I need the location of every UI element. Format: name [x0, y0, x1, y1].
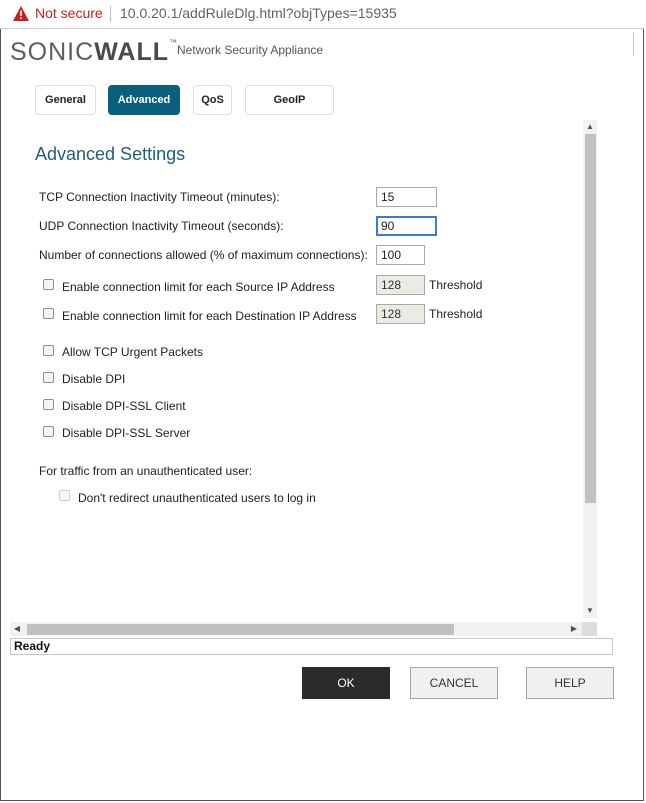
vertical-scroll-thumb[interactable]	[585, 134, 596, 503]
no-redirect-label: Don't redirect unauthenticated users to …	[78, 491, 316, 505]
arrow-down-icon[interactable]: ▼	[584, 605, 596, 617]
help-button[interactable]: HELP	[526, 667, 614, 699]
no-redirect-checkbox[interactable]	[59, 490, 70, 501]
tcp-urgent-checkbox[interactable]	[43, 345, 54, 356]
status-bar: Ready	[10, 638, 613, 655]
disable-dpi-label: Disable DPI	[62, 372, 126, 386]
section-title: Advanced Settings	[35, 144, 186, 164]
tcp-timeout-label: TCP Connection Inactivity Timeout (minut…	[39, 190, 280, 204]
disable-dpi-checkbox[interactable]	[43, 372, 54, 383]
tcp-urgent-label: Allow TCP Urgent Packets	[62, 345, 203, 359]
udp-timeout-input[interactable]	[376, 216, 437, 236]
logo-text-wall: WALL	[94, 38, 170, 66]
security-status-label[interactable]: Not secure	[35, 5, 103, 21]
disable-dpi-ssl-client-checkbox[interactable]	[43, 399, 54, 410]
arrow-right-icon[interactable]: ▶	[568, 623, 580, 635]
destination-ip-threshold-input[interactable]	[376, 304, 425, 324]
arrow-left-icon[interactable]: ◀	[11, 623, 23, 635]
horizontal-scroll-thumb[interactable]	[27, 624, 454, 635]
logo-text-sonic: SONIC	[10, 38, 95, 66]
address-separator	[110, 6, 111, 22]
tab-geoip[interactable]: GeoIP	[245, 85, 334, 115]
sonicwall-logo: SONICWALL™	[10, 38, 178, 67]
scrollbar-corner	[582, 622, 597, 636]
tab-qos[interactable]: QoS	[193, 85, 232, 115]
destination-ip-threshold-label: Threshold	[429, 307, 483, 321]
window-scrollbar-edge	[633, 32, 644, 56]
disable-dpi-ssl-client-label: Disable DPI-SSL Client	[62, 399, 186, 413]
source-ip-threshold-input[interactable]	[376, 275, 425, 295]
app-name: Network Security Appliance	[177, 43, 324, 57]
tab-advanced[interactable]: Advanced	[108, 85, 180, 115]
unauth-traffic-label: For traffic from an unauthenticated user…	[39, 464, 253, 478]
max-connections-label: Number of connections allowed (% of maxi…	[39, 248, 368, 262]
source-ip-threshold-label: Threshold	[429, 278, 483, 292]
warning-triangle-icon	[13, 6, 29, 21]
tcp-timeout-input[interactable]	[376, 187, 437, 207]
arrow-up-icon[interactable]: ▲	[584, 121, 596, 133]
max-connections-input[interactable]	[376, 245, 425, 265]
url-text[interactable]: 10.0.20.1/addRuleDlg.html?objTypes=15935	[120, 5, 397, 21]
udp-timeout-label: UDP Connection Inactivity Timeout (secon…	[39, 219, 284, 233]
tab-general[interactable]: General	[35, 85, 96, 115]
address-bar[interactable]: Not secure 10.0.20.1/addRuleDlg.html?obj…	[0, 0, 644, 29]
cancel-button[interactable]: CANCEL	[410, 667, 498, 699]
disable-dpi-ssl-server-label: Disable DPI-SSL Server	[62, 426, 191, 440]
destination-ip-limit-checkbox[interactable]	[43, 308, 54, 319]
destination-ip-limit-label: Enable connection limit for each Destina…	[62, 309, 357, 323]
disable-dpi-ssl-server-checkbox[interactable]	[43, 426, 54, 437]
ok-button[interactable]: OK	[302, 667, 390, 699]
source-ip-limit-checkbox[interactable]	[43, 279, 54, 290]
source-ip-limit-label: Enable connection limit for each Source …	[62, 280, 335, 294]
